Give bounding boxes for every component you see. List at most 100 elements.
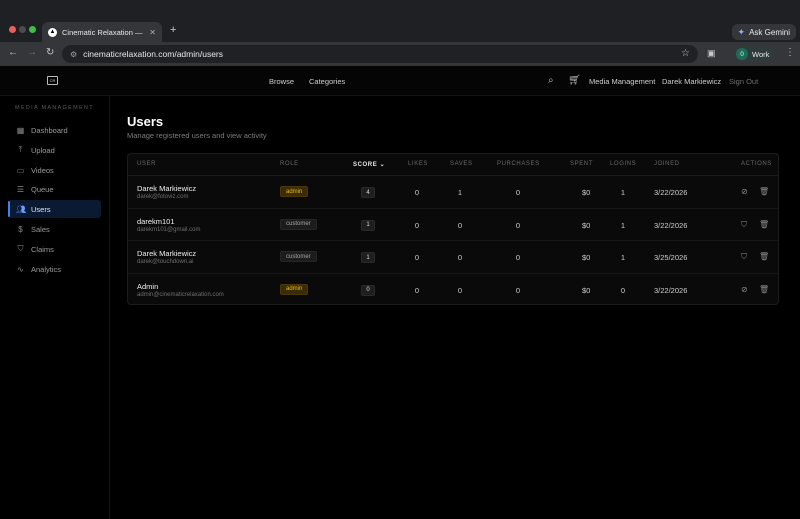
maximize-window-button[interactable]	[29, 26, 36, 33]
purchases-value: 0	[515, 188, 521, 197]
col-score[interactable]: SCORE ⌄	[353, 161, 385, 168]
score-badge: 0	[361, 284, 375, 296]
minimize-window-button[interactable]	[19, 26, 26, 33]
close-window-button[interactable]	[9, 26, 16, 33]
make-admin-shield-icon[interactable]: ⛉	[741, 252, 747, 262]
ask-gemini-button[interactable]: ✦ Ask Gemini	[731, 24, 796, 40]
reload-icon[interactable]: ↻	[46, 47, 54, 58]
col-score-label: SCORE	[353, 162, 378, 168]
user-email: darekm101@gmail.com	[137, 226, 201, 233]
nav-categories[interactable]: Categories	[309, 77, 345, 86]
col-purchases[interactable]: PURCHASES	[497, 161, 540, 167]
bookmark-star-icon[interactable]: ☆	[681, 48, 690, 59]
col-role[interactable]: ROLE	[280, 161, 299, 167]
user-name[interactable]: Darek Markiewicz	[662, 77, 721, 86]
sidebar-item-label: Upload	[31, 145, 55, 155]
sidebar-item-label: Sales	[31, 224, 50, 234]
table-row[interactable]: Darek Markiewicz darek@fotoviz.com admin…	[128, 176, 778, 209]
role-badge: admin	[280, 186, 309, 197]
profile-label: Work	[752, 49, 770, 59]
sidebar-item-videos[interactable]: ▭ Videos	[8, 161, 101, 179]
nav-media-management[interactable]: Media Management	[589, 77, 655, 86]
spent-value: $0	[582, 253, 591, 262]
sidebar-item-label: Videos	[31, 165, 54, 175]
role-badge: customer	[280, 251, 317, 262]
sidebar-item-analytics[interactable]: ∿ Analytics	[8, 260, 101, 278]
purchases-value: 0	[515, 220, 521, 230]
spent-value: $0	[582, 285, 591, 295]
trash-icon[interactable]: 🗑︎	[759, 252, 769, 261]
sidebar-heading: MEDIA MANAGEMENT	[15, 105, 94, 111]
site-favicon-icon: ▲	[48, 27, 57, 37]
trash-icon[interactable]: 🗑︎	[759, 285, 769, 294]
score-badge: 1	[361, 252, 375, 263]
col-logins[interactable]: LOGINS	[610, 161, 636, 167]
tab-close-icon[interactable]: ✕	[149, 28, 156, 37]
table-row[interactable]: Admin admin@cinematicrelaxation.com admi…	[128, 274, 778, 307]
sidebar-item-upload[interactable]: ⤒ Upload	[8, 141, 101, 159]
spent-value: $0	[582, 188, 591, 197]
address-bar[interactable]: ⚙ cinematicrelaxation.com/admin/users ☆	[62, 45, 698, 63]
cart-icon[interactable]: 🛒︎	[568, 75, 581, 86]
user-email: admin@cinematicrelaxation.com	[137, 291, 224, 298]
table-row[interactable]: Darek Markiewicz darek@touchdown.ai cust…	[128, 241, 778, 274]
site-logo[interactable]: CR	[47, 76, 58, 85]
make-admin-shield-icon[interactable]: ⛉	[741, 220, 747, 230]
col-joined[interactable]: JOINED	[654, 161, 680, 167]
profile-button[interactable]: 0 Work	[734, 46, 776, 62]
trash-icon[interactable]: 🗑︎	[759, 220, 769, 229]
role-badge: admin	[280, 283, 309, 295]
site-info-icon[interactable]: ⚙	[70, 50, 77, 59]
sidebar-item-dashboard[interactable]: ▦ Dashboard	[8, 121, 101, 139]
sidebar-item-label: Claims	[31, 244, 54, 254]
likes-value: 0	[414, 253, 420, 262]
sidebar: MEDIA MANAGEMENT ▦ Dashboard ⤒ Upload ▭ …	[0, 96, 110, 519]
users-icon: 👥︎	[16, 204, 27, 214]
joined-date: 3/22/2026	[654, 220, 688, 230]
sidebar-item-queue[interactable]: ☰ Queue	[8, 180, 101, 198]
score-badge: 4	[361, 187, 375, 198]
search-icon[interactable]: ⌕	[548, 75, 554, 86]
table-header: USER ROLE SCORE ⌄ LIKES SAVES PURCHASES …	[128, 154, 778, 176]
users-table: USER ROLE SCORE ⌄ LIKES SAVES PURCHASES …	[127, 153, 779, 305]
purchases-value: 0	[515, 253, 521, 262]
purchases-value: 0	[515, 285, 521, 295]
sidebar-item-label: Queue	[31, 184, 54, 194]
nav-browse[interactable]: Browse	[269, 77, 294, 86]
col-spent[interactable]: SPENT	[570, 161, 593, 167]
sidebar-item-sales[interactable]: $ Sales	[8, 220, 101, 238]
user-name: Darek Markiewicz	[137, 249, 197, 258]
trash-icon[interactable]: 🗑︎	[759, 187, 769, 196]
sidebar-item-claims[interactable]: ⛉ Claims	[8, 240, 101, 258]
table-row[interactable]: darekm101 darekm101@gmail.com customer 1…	[128, 209, 778, 241]
sort-chevron-down-icon: ⌄	[379, 162, 386, 168]
col-saves[interactable]: SAVES	[450, 161, 473, 167]
col-likes[interactable]: LIKES	[408, 161, 428, 167]
user-name: Darek Markiewicz	[137, 184, 197, 193]
likes-value: 0	[414, 285, 420, 295]
user-email: darek@fotoviz.com	[137, 194, 189, 200]
back-arrow-icon[interactable]: ←	[8, 47, 18, 58]
sidebar-item-label: Analytics	[31, 264, 62, 274]
remove-admin-icon[interactable]: ⊘	[741, 187, 748, 196]
dollar-icon: $	[18, 224, 23, 234]
side-panel-icon[interactable]: ▣	[707, 48, 716, 59]
remove-admin-icon[interactable]: ⊘	[741, 285, 748, 294]
likes-value: 0	[414, 188, 420, 197]
page-subtitle: Manage registered users and view activit…	[127, 131, 267, 140]
grid-icon: ▦	[16, 125, 25, 135]
sign-out-link[interactable]: Sign Out	[729, 77, 758, 86]
saves-value: 0	[457, 285, 463, 295]
browser-menu-icon[interactable]: ⋮	[785, 47, 795, 58]
upload-icon: ⤒	[18, 145, 23, 154]
saves-value: 0	[457, 220, 463, 230]
chart-icon: ∿	[17, 264, 24, 274]
forward-arrow-icon[interactable]: →	[27, 47, 37, 58]
sidebar-item-users[interactable]: 👥︎ Users	[8, 200, 101, 218]
browser-toolbar: ← → ↻ ⚙ cinematicrelaxation.com/admin/us…	[0, 42, 800, 66]
browser-tab[interactable]: ▲ Cinematic Relaxation — Prem ✕	[42, 22, 162, 42]
col-user[interactable]: USER	[137, 161, 156, 167]
user-name: Admin	[137, 281, 159, 291]
role-badge: customer	[280, 218, 317, 230]
new-tab-button[interactable]: +	[170, 24, 176, 36]
